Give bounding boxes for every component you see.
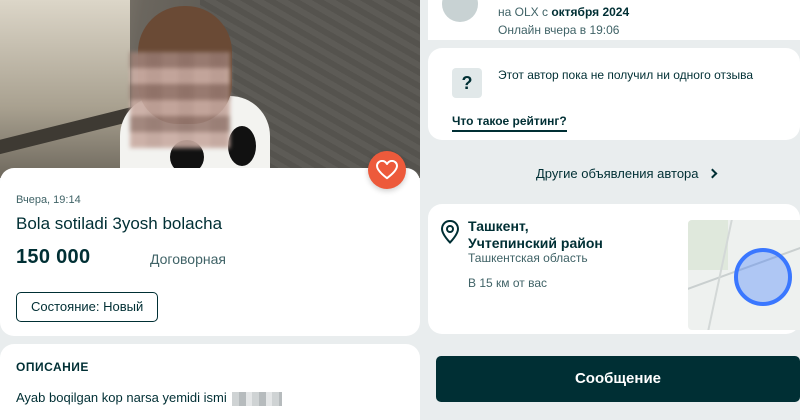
chevron-right-icon (707, 168, 717, 179)
district-name: Учтепинский район (468, 235, 603, 251)
favorite-button[interactable] (368, 151, 406, 189)
description-text-row: Ayab boqilgan kop narsa yemidi ismi (16, 390, 283, 406)
photo-wall (0, 0, 130, 178)
listing-info-card: Вчера, 19:14 Bola sotiladi 3yosh bolacha… (0, 168, 420, 336)
no-reviews-text: Этот автор пока не получил ни одного отз… (498, 68, 754, 82)
location-distance: В 15 км от вас (468, 276, 548, 290)
redacted-name (232, 391, 283, 406)
last-online: Онлайн вчера в 19:06 (498, 23, 620, 37)
member-since-prefix: на OLX с (498, 5, 552, 19)
location-map[interactable] (688, 220, 800, 330)
face-blur (130, 52, 230, 148)
question-icon: ? (452, 68, 482, 98)
listing-price: 150 000 (16, 246, 91, 268)
description-card: ОПИСАНИЕ Ayab boqilgan kop narsa yemidi … (0, 344, 420, 420)
posted-date: Вчера, 19:14 (16, 194, 81, 206)
listing-title: Bola sotiladi 3yosh bolacha (16, 214, 223, 233)
listing-panel: Вчера, 19:14 Bola sotiladi 3yosh bolacha… (0, 0, 420, 420)
location-city: Ташкент, Учтепинский район (468, 218, 648, 252)
heart-icon (376, 160, 398, 180)
other-ads-label: Другие объявления автора (536, 166, 699, 181)
price-type: Договорная (150, 251, 226, 267)
map-area-circle (734, 248, 792, 306)
description-text: Ayab boqilgan kop narsa yemidi ismi (16, 390, 227, 405)
member-since-date: октября 2024 (551, 5, 630, 19)
member-since: на OLX с октября 2024 (498, 5, 629, 19)
description-heading: ОПИСАНИЕ (16, 360, 89, 374)
location-card: Ташкент, Учтепинский район Ташкентская о… (428, 204, 800, 334)
message-button[interactable]: Сообщение (436, 356, 800, 402)
seller-panel: на OLX с октября 2024 Онлайн вчера в 19:… (428, 0, 800, 420)
seller-card: на OLX с октября 2024 Онлайн вчера в 19:… (428, 0, 800, 40)
photo-shirt-dot (228, 126, 256, 166)
location-pin-icon (440, 220, 460, 244)
rating-card: ? Этот автор пока не получил ни одного о… (428, 48, 800, 140)
listing-photo[interactable] (0, 0, 420, 178)
city-name: Ташкент, (468, 218, 529, 234)
avatar[interactable] (442, 0, 478, 22)
what-is-rating-link[interactable]: Что такое рейтинг? (452, 114, 567, 132)
location-region: Ташкентская область (468, 251, 588, 265)
other-ads-link[interactable]: Другие объявления автора (536, 166, 717, 181)
condition-badge: Состояние: Новый (16, 292, 159, 322)
